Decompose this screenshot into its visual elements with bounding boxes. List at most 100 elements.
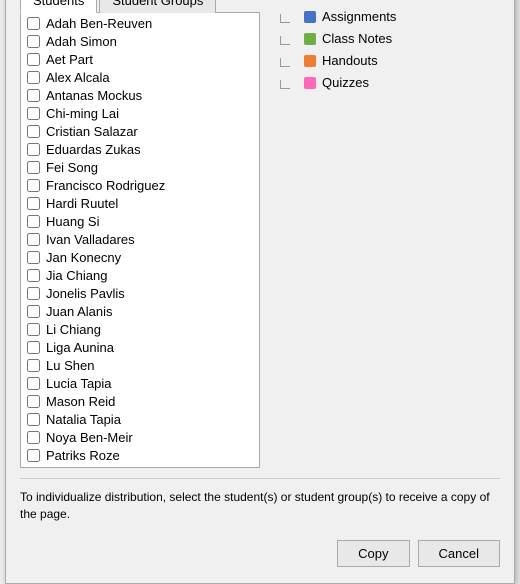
student-checkbox[interactable]	[27, 395, 40, 408]
tab-students[interactable]: Students	[20, 0, 97, 13]
student-checkbox[interactable]	[27, 143, 40, 156]
tree-connector	[280, 30, 298, 48]
student-checkbox[interactable]	[27, 161, 40, 174]
h-connector	[280, 58, 290, 67]
student-name: Ivan Valladares	[46, 232, 135, 247]
section-item: Handouts	[276, 52, 500, 70]
list-item[interactable]: Huang Si	[21, 213, 259, 231]
distribute-dialog: N Distribute Pages to PSCI 101 Notebook …	[5, 0, 515, 584]
list-item[interactable]: Aet Part	[21, 51, 259, 69]
student-checkbox[interactable]	[27, 35, 40, 48]
student-list-container: Adah Ben-ReuvenAdah Simon Aet PartAlex Al…	[20, 13, 260, 468]
list-item[interactable]: Liga Aunina	[21, 339, 259, 357]
student-name: Huang Si	[46, 214, 99, 229]
student-name: Lu Shen	[46, 358, 94, 373]
section-item: Class Notes	[276, 30, 500, 48]
list-item[interactable]: Ivan Valladares	[21, 231, 259, 249]
list-item[interactable]: Fei Song	[21, 159, 259, 177]
tabs-and-content: Students Student Groups Adah Ben-ReuvenA…	[20, 0, 500, 468]
list-item[interactable]: Patriks Roze	[21, 447, 259, 465]
section-name: Quizzes	[322, 75, 369, 90]
student-name: Li Chiang	[46, 322, 101, 337]
list-item[interactable]: Cristian Salazar	[21, 123, 259, 141]
student-checkbox[interactable]	[27, 377, 40, 390]
student-name: Noya Ben-Meir	[46, 430, 133, 445]
list-item[interactable]: Lu Shen	[21, 357, 259, 375]
student-checkbox[interactable]	[27, 71, 40, 84]
student-name: Patriks Roze	[46, 448, 120, 463]
student-checkbox[interactable]	[27, 431, 40, 444]
list-item[interactable]: Adah Simon	[21, 33, 259, 51]
student-name: Eduardas Zukas	[46, 142, 141, 157]
h-connector	[280, 14, 290, 23]
student-checkbox[interactable]	[27, 17, 40, 30]
tab-student-groups[interactable]: Student Groups	[99, 0, 216, 13]
student-checkbox[interactable]	[27, 233, 40, 246]
student-checkbox[interactable]	[27, 305, 40, 318]
student-name: Cristian Salazar	[46, 124, 138, 139]
copy-button[interactable]: Copy	[337, 540, 409, 567]
student-checkbox[interactable]	[27, 89, 40, 102]
student-name: Antanas Mockus	[46, 88, 142, 103]
list-item[interactable]: Jan Konecny	[21, 249, 259, 267]
section-color-dot	[304, 33, 316, 45]
student-name: Alex Alcala	[46, 70, 110, 85]
list-item[interactable]: Antanas Mockus	[21, 87, 259, 105]
tree-connector	[280, 52, 298, 70]
list-item[interactable]: Alex Alcala	[21, 69, 259, 87]
sections-label: Student sections:	[276, 0, 500, 2]
cancel-button[interactable]: Cancel	[418, 540, 500, 567]
student-name: Lucia Tapia	[46, 376, 112, 391]
section-name: Class Notes	[322, 31, 392, 46]
student-name: Jan Konecny	[46, 250, 121, 265]
student-name: Jonelis Pavlis	[46, 286, 125, 301]
dialog-body: Students Student Groups Adah Ben-ReuvenA…	[6, 0, 514, 583]
list-item[interactable]: Eduardas Zukas	[21, 141, 259, 159]
list-item[interactable]: Jia Chiang	[21, 267, 259, 285]
list-item[interactable]: Noya Ben-Meir	[21, 429, 259, 447]
student-checkbox[interactable]	[27, 287, 40, 300]
student-checkbox[interactable]	[27, 359, 40, 372]
list-item[interactable]: Adah Ben-Reuven	[21, 15, 259, 33]
student-name: Adah Simon	[46, 34, 117, 49]
student-name: Juan Alanis	[46, 304, 113, 319]
tree-connector	[280, 8, 298, 26]
h-connector	[280, 36, 290, 45]
list-item[interactable]: Li Chiang	[21, 321, 259, 339]
student-checkbox[interactable]	[27, 251, 40, 264]
student-checkbox[interactable]	[27, 341, 40, 354]
left-panel: Students Student Groups Adah Ben-ReuvenA…	[20, 0, 260, 468]
student-checkbox[interactable]	[27, 179, 40, 192]
student-checkbox[interactable]	[27, 197, 40, 210]
student-checkbox[interactable]	[27, 269, 40, 282]
tab-bar: Students Student Groups	[20, 0, 260, 13]
section-item: Assignments	[276, 8, 500, 26]
student-checkbox[interactable]	[27, 125, 40, 138]
footer-buttons: Copy Cancel	[20, 532, 500, 571]
section-name: Handouts	[322, 53, 378, 68]
list-item[interactable]: Juan Alanis	[21, 303, 259, 321]
student-list-scroll[interactable]: Adah Ben-ReuvenAdah Simon Aet PartAlex Al…	[21, 13, 259, 467]
student-name: Chi-ming Lai	[46, 106, 119, 121]
student-name: Liga Aunina	[46, 340, 114, 355]
student-name: Fei Song	[46, 160, 98, 175]
list-item[interactable]: Jonelis Pavlis	[21, 285, 259, 303]
student-name: Jia Chiang	[46, 268, 107, 283]
list-item[interactable]: Chi-ming Lai	[21, 105, 259, 123]
list-item[interactable]: Mason Reid	[21, 393, 259, 411]
list-item[interactable]: Hardi Ruutel	[21, 195, 259, 213]
student-checkbox[interactable]	[27, 323, 40, 336]
student-name: Hardi Ruutel	[46, 196, 118, 211]
student-checkbox[interactable]	[27, 215, 40, 228]
student-checkbox[interactable]	[27, 449, 40, 462]
list-item[interactable]: Francisco Rodriguez	[21, 177, 259, 195]
student-checkbox[interactable]	[27, 107, 40, 120]
list-item[interactable]: Natalia Tapia	[21, 411, 259, 429]
student-name: Mason Reid	[46, 394, 115, 409]
section-color-dot	[304, 11, 316, 23]
list-item[interactable]: Lucia Tapia	[21, 375, 259, 393]
tree-connector	[280, 74, 298, 92]
student-checkbox[interactable]	[27, 413, 40, 426]
right-panel: Student sections: Assignments Class Notes…	[276, 0, 500, 468]
student-checkbox[interactable]	[27, 53, 40, 66]
